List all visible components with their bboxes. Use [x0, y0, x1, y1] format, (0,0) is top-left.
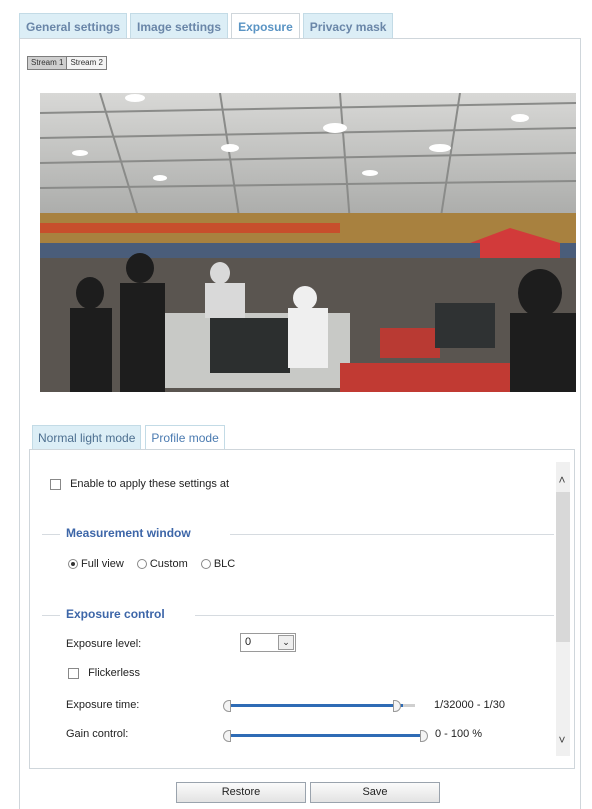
radio-custom-dot[interactable]	[136, 559, 147, 570]
exposure-level-select[interactable]: 0 ⌄	[240, 633, 296, 652]
section-line-right	[230, 534, 554, 535]
chevron-down-icon[interactable]: ˅	[556, 734, 568, 746]
flickerless-row: Flickerless	[68, 667, 140, 679]
gain-control-label: Gain control:	[66, 728, 129, 740]
tab-privacy-mask[interactable]: Privacy mask	[302, 13, 394, 39]
stream-2-button[interactable]: Stream 2	[67, 57, 106, 69]
tab-profile-mode[interactable]: Profile mode	[145, 425, 225, 449]
mode-tabs: Normal light mode Profile mode	[32, 425, 225, 449]
scrollbar-thumb[interactable]	[556, 492, 570, 642]
section-line-left	[42, 615, 60, 616]
exposure-time-max-handle[interactable]	[393, 700, 401, 712]
video-frame-image	[40, 93, 576, 392]
radio-full-view-dot[interactable]	[68, 559, 78, 570]
radio-full-view-label: Full view	[81, 558, 124, 570]
radio-custom[interactable]: Custom	[136, 558, 188, 570]
gain-control-track	[227, 734, 424, 737]
measurement-options: Full view Custom BLC	[68, 558, 235, 570]
exposure-time-track-rest	[403, 704, 415, 707]
radio-blc-dot[interactable]	[200, 559, 211, 570]
exposure-control-title: Exposure control	[66, 607, 165, 621]
tab-general-settings[interactable]: General settings	[19, 13, 128, 39]
exposure-time-range: 1/32000 - 1/30	[434, 699, 505, 711]
settings-tabs: General settings Image settings Exposure…	[19, 13, 394, 39]
enable-checkbox[interactable]	[50, 478, 61, 490]
gain-min-handle[interactable]	[223, 730, 231, 742]
measurement-window-title: Measurement window	[66, 526, 191, 540]
radio-blc[interactable]: BLC	[200, 558, 236, 570]
restore-button[interactable]: Restore	[176, 782, 306, 803]
gain-control-slider[interactable]	[223, 730, 428, 742]
flickerless-label: Flickerless	[88, 667, 141, 679]
chevron-up-icon[interactable]: ˄	[556, 474, 568, 486]
section-line-right	[195, 615, 554, 616]
gain-control-range: 0 - 100 %	[435, 728, 483, 740]
stream-1-button[interactable]: Stream 1	[28, 57, 68, 69]
live-video-view[interactable]	[40, 93, 576, 392]
exposure-time-label: Exposure time:	[66, 699, 140, 711]
radio-full-view[interactable]: Full view	[68, 558, 124, 570]
exposure-time-slider[interactable]	[223, 700, 415, 712]
enable-row: Enable to apply these settings at	[50, 478, 229, 490]
flickerless-checkbox[interactable]	[68, 667, 79, 679]
exposure-level-label: Exposure level:	[66, 638, 142, 650]
tab-normal-light-mode[interactable]: Normal light mode	[32, 425, 142, 449]
gain-max-handle[interactable]	[420, 730, 428, 742]
section-line-left	[42, 534, 60, 535]
exposure-time-min-handle[interactable]	[223, 700, 231, 712]
tab-image-settings[interactable]: Image settings	[130, 13, 229, 39]
save-button[interactable]: Save	[310, 782, 440, 803]
exposure-settings-panel: Enable to apply these settings at Measur…	[29, 449, 575, 769]
exposure-time-track	[227, 704, 403, 707]
tab-exposure[interactable]: Exposure	[231, 13, 300, 39]
radio-custom-label: Custom	[149, 558, 188, 570]
enable-label: Enable to apply these settings at	[70, 478, 230, 490]
exposure-level-value: 0	[245, 636, 252, 648]
chevron-down-icon[interactable]: ⌄	[278, 635, 294, 650]
panel-scrollbar[interactable]	[556, 462, 570, 756]
stream-selector: Stream 1 Stream 2	[27, 56, 107, 70]
radio-blc-label: BLC	[213, 558, 236, 570]
panel-scroll-area: Enable to apply these settings at Measur…	[30, 450, 554, 768]
